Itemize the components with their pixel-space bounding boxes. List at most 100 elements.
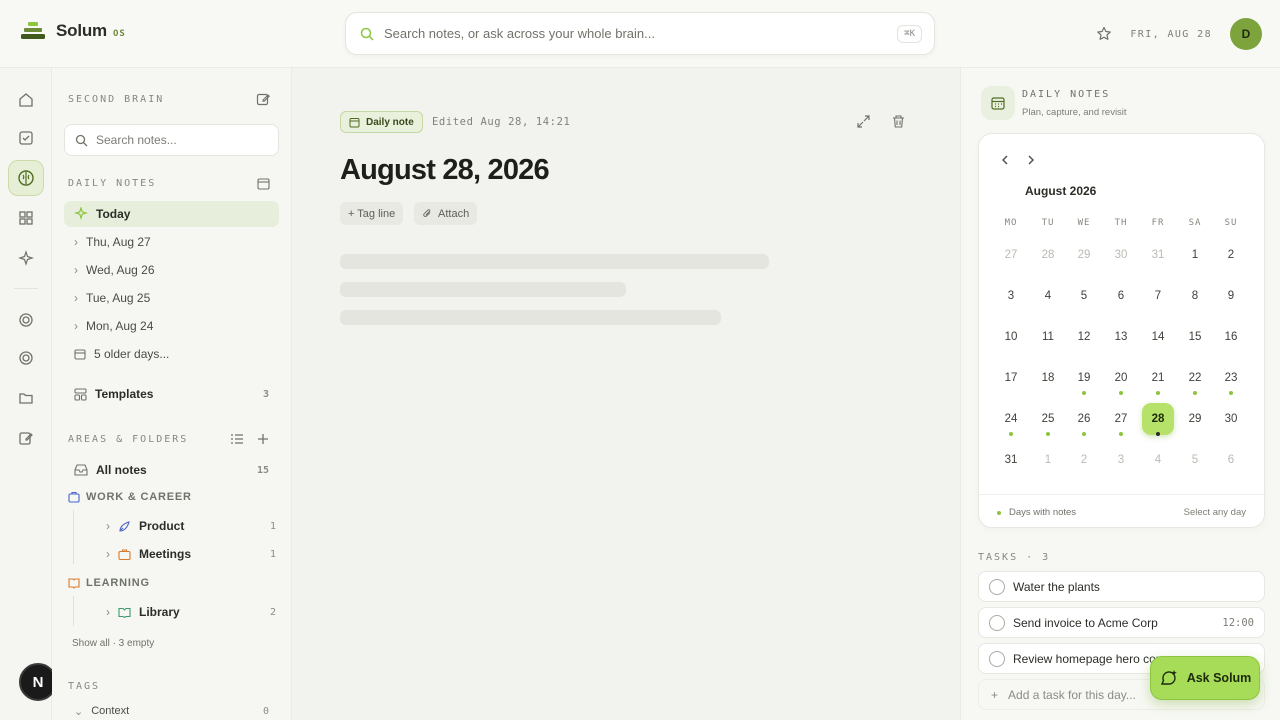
calendar-day[interactable]: 31 bbox=[1142, 239, 1174, 271]
sparkle-icon[interactable] bbox=[10, 242, 42, 274]
brain-icon[interactable] bbox=[8, 160, 44, 196]
calendar-day[interactable]: 3 bbox=[1105, 444, 1137, 476]
calendar-day[interactable]: 4 bbox=[1142, 444, 1174, 476]
calendar-day[interactable]: 1 bbox=[1179, 239, 1211, 271]
calendar-day[interactable]: 8 bbox=[1179, 280, 1211, 312]
note-title[interactable]: August 28, 2026 bbox=[340, 154, 550, 187]
calendar-day[interactable]: 13 bbox=[1105, 321, 1137, 353]
sidebar-item-day[interactable]: › Wed, Aug 26 bbox=[64, 257, 279, 283]
folder-item-library[interactable]: › Library 2 bbox=[106, 600, 280, 624]
calendar-day[interactable]: 28 bbox=[1142, 403, 1174, 435]
task-checkbox[interactable] bbox=[989, 614, 1005, 631]
calendar-day[interactable]: 23 bbox=[1215, 362, 1247, 394]
calendar-day[interactable]: 24 bbox=[995, 403, 1027, 435]
calendar-day[interactable]: 30 bbox=[1105, 239, 1137, 271]
target-icon[interactable] bbox=[10, 342, 42, 374]
avatar[interactable]: D bbox=[1230, 18, 1262, 50]
area-work-career[interactable]: WORK & CAREER bbox=[68, 491, 192, 503]
calendar-day[interactable]: 5 bbox=[1068, 280, 1100, 312]
calendar-day[interactable]: 28 bbox=[1032, 239, 1064, 271]
calendar-day[interactable]: 11 bbox=[1032, 321, 1064, 353]
calendar-day[interactable]: 31 bbox=[995, 444, 1027, 476]
check-square-icon[interactable] bbox=[10, 122, 42, 154]
calendar-day[interactable]: 21 bbox=[1142, 362, 1174, 394]
grid-icon[interactable] bbox=[10, 202, 42, 234]
note-dot bbox=[997, 510, 1001, 515]
trash-icon[interactable] bbox=[891, 114, 906, 129]
home-icon[interactable] bbox=[10, 84, 42, 116]
calendar-day[interactable]: 2 bbox=[1068, 444, 1100, 476]
sidebar-search-input[interactable]: Search notes... bbox=[96, 133, 177, 147]
calendar-day[interactable]: 12 bbox=[1068, 321, 1100, 353]
calendar-day[interactable]: 10 bbox=[995, 321, 1027, 353]
folder-icon[interactable] bbox=[10, 382, 42, 414]
calendar-day[interactable]: 22 bbox=[1179, 362, 1211, 394]
global-search[interactable]: Search notes, or ask across your whole b… bbox=[345, 12, 935, 55]
calendar-day[interactable]: 18 bbox=[1032, 362, 1064, 394]
book-icon bbox=[68, 578, 80, 589]
weekday-label: FR bbox=[1151, 218, 1165, 228]
note-dot bbox=[1119, 432, 1123, 436]
attach-button[interactable]: Attach bbox=[414, 202, 478, 225]
tag-label: Context bbox=[91, 705, 130, 717]
calendar-day[interactable]: 4 bbox=[1032, 280, 1064, 312]
calendar-icon[interactable] bbox=[257, 177, 270, 190]
calendar-day[interactable]: 5 bbox=[1179, 444, 1211, 476]
daily-notes-label: DAILY NOTES bbox=[68, 178, 157, 189]
sidebar-item-day[interactable]: › Thu, Aug 27 bbox=[64, 229, 279, 255]
task-item[interactable]: Send invoice to Acme Corp 12:00 bbox=[978, 607, 1265, 638]
sidebar-item-label: Wed, Aug 26 bbox=[86, 263, 155, 277]
task-checkbox[interactable] bbox=[989, 578, 1005, 595]
calendar-day[interactable]: 19 bbox=[1068, 362, 1100, 394]
expand-icon[interactable] bbox=[856, 114, 871, 129]
chevron-left-icon[interactable] bbox=[999, 154, 1011, 166]
folder-item-product[interactable]: › Product 1 bbox=[106, 514, 280, 538]
sidebar-item-older[interactable]: 5 older days... bbox=[64, 341, 279, 367]
calendar-day[interactable]: 29 bbox=[1179, 403, 1211, 435]
calendar-day[interactable]: 25 bbox=[1032, 403, 1064, 435]
calendar-day[interactable]: 27 bbox=[995, 239, 1027, 271]
calendar-day[interactable]: 27 bbox=[1105, 403, 1137, 435]
sidebar-item-day[interactable]: › Tue, Aug 25 bbox=[64, 285, 279, 311]
folder-item-meetings[interactable]: › Meetings 1 bbox=[106, 542, 280, 566]
calendar-day[interactable]: 1 bbox=[1032, 444, 1064, 476]
sidebar-item-templates[interactable]: Templates 3 bbox=[64, 381, 279, 407]
item-count: 1 bbox=[269, 520, 276, 532]
calendar-day[interactable]: 16 bbox=[1215, 321, 1247, 353]
calendar-day[interactable]: 30 bbox=[1215, 403, 1247, 435]
task-checkbox[interactable] bbox=[989, 650, 1005, 667]
app-logo[interactable]: Solum OS bbox=[20, 20, 126, 42]
calendar-day[interactable]: 29 bbox=[1068, 239, 1100, 271]
chevron-right-icon[interactable] bbox=[1025, 154, 1037, 166]
sparkle-icon bbox=[74, 207, 88, 220]
ask-solum-button[interactable]: Ask Solum bbox=[1150, 656, 1260, 700]
calendar-day[interactable]: 2 bbox=[1215, 239, 1247, 271]
tag-line-button[interactable]: + Tag line bbox=[340, 202, 404, 225]
section-title: SECOND BRAIN bbox=[68, 94, 165, 105]
calendar-day[interactable]: 14 bbox=[1142, 321, 1174, 353]
tag-context[interactable]: ⌄ Context 0 bbox=[64, 701, 279, 720]
calendar-day[interactable]: 9 bbox=[1215, 280, 1247, 312]
calendar-day[interactable]: 26 bbox=[1068, 403, 1100, 435]
area-learning[interactable]: LEARNING bbox=[68, 577, 150, 589]
star-icon[interactable] bbox=[1096, 26, 1112, 42]
calendar-day[interactable]: 20 bbox=[1105, 362, 1137, 394]
show-all-link[interactable]: Show all · 3 empty bbox=[72, 638, 154, 649]
calendar-day[interactable]: 6 bbox=[1105, 280, 1137, 312]
edit-icon[interactable] bbox=[10, 422, 42, 454]
new-note-icon[interactable] bbox=[256, 92, 271, 107]
calendar-day[interactable]: 6 bbox=[1215, 444, 1247, 476]
calendar-day[interactable]: 7 bbox=[1142, 280, 1174, 312]
sidebar-item-today[interactable]: Today bbox=[64, 201, 279, 227]
plus-icon[interactable] bbox=[257, 433, 269, 445]
sidebar-search[interactable]: Search notes... bbox=[64, 124, 279, 156]
sidebar-item-all-notes[interactable]: All notes 15 bbox=[64, 457, 279, 483]
sidebar-item-day[interactable]: › Mon, Aug 24 bbox=[64, 313, 279, 339]
calendar-day[interactable]: 15 bbox=[1179, 321, 1211, 353]
target-icon[interactable] bbox=[10, 304, 42, 336]
task-item[interactable]: Water the plants bbox=[978, 571, 1265, 602]
calendar-day[interactable]: 3 bbox=[995, 280, 1027, 312]
search-input[interactable]: Search notes, or ask across your whole b… bbox=[384, 26, 887, 41]
list-icon[interactable] bbox=[230, 433, 244, 445]
calendar-day[interactable]: 17 bbox=[995, 362, 1027, 394]
